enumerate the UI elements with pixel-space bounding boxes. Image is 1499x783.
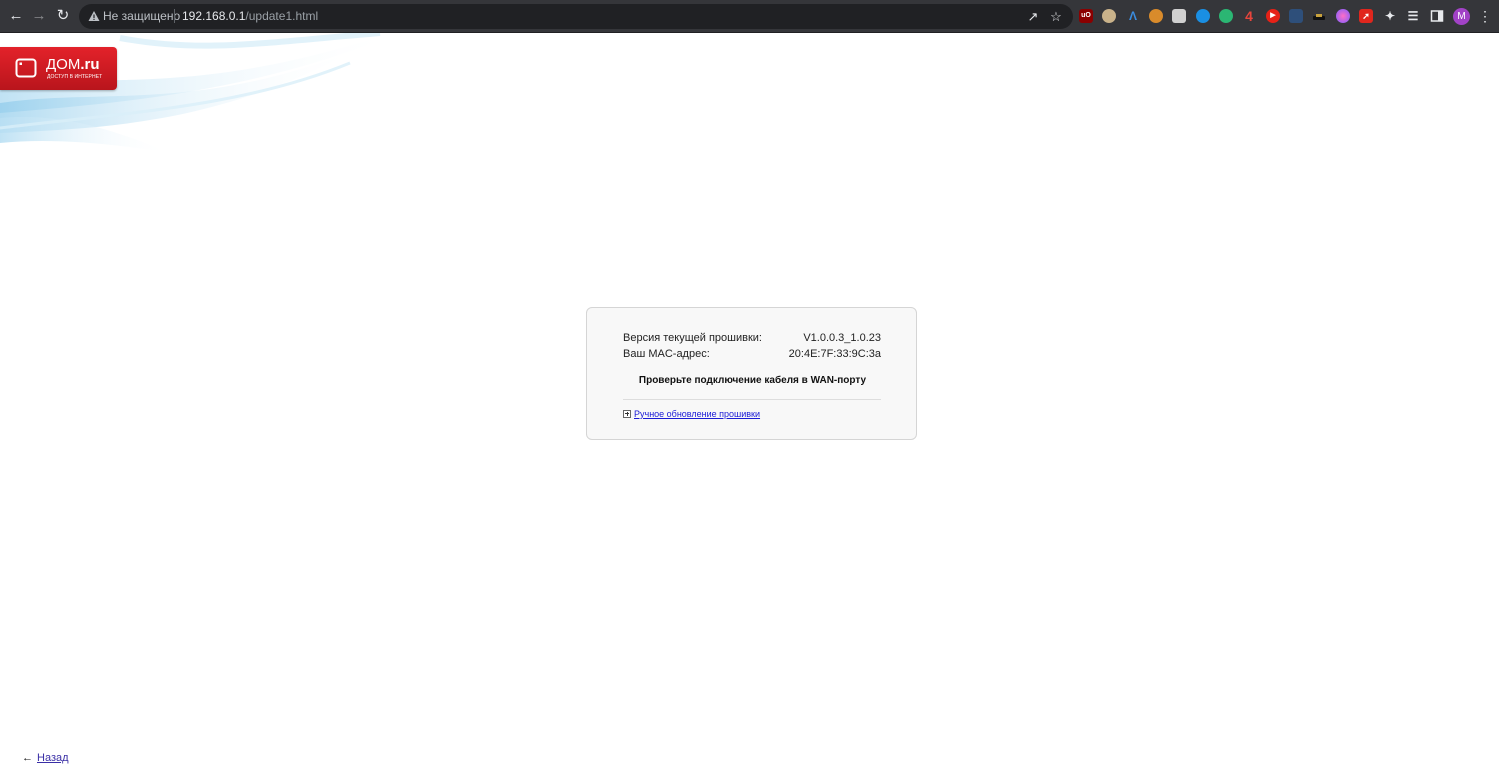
mask-icon[interactable] bbox=[1172, 9, 1186, 23]
ublock-icon[interactable]: uO bbox=[1079, 9, 1093, 23]
tv-logo-icon bbox=[15, 58, 37, 78]
browser-toolbar: ← → ↻ Не защищено 192.168.0.1/update1.ht… bbox=[0, 0, 1499, 33]
side-panel-icon[interactable] bbox=[1430, 9, 1444, 23]
back-link[interactable]: Назад bbox=[37, 752, 69, 764]
profile-avatar[interactable]: M bbox=[1453, 8, 1470, 25]
car-icon[interactable] bbox=[1312, 9, 1326, 23]
s-circle-icon[interactable] bbox=[1196, 9, 1210, 23]
panel-divider bbox=[623, 399, 881, 400]
mac-address-label: Ваш MAC-адрес: bbox=[623, 348, 710, 360]
manual-update-toggle[interactable]: Ручное обновление прошивки bbox=[623, 408, 760, 420]
number-four-icon[interactable]: 4 bbox=[1242, 9, 1256, 23]
left-arrow-icon: ← bbox=[22, 752, 33, 764]
forward-arrow-icon[interactable]: → bbox=[30, 7, 48, 25]
share-icon[interactable]: ↗ bbox=[1025, 9, 1041, 25]
address-separator bbox=[174, 9, 175, 23]
warning-icon[interactable] bbox=[88, 10, 100, 22]
logo-brand-name: ДОМ.ru bbox=[46, 56, 100, 73]
puzzle-icon[interactable]: ✦ bbox=[1383, 9, 1397, 23]
url-host: 192.168.0.1 bbox=[182, 9, 246, 23]
youtube-icon[interactable]: ▶ bbox=[1266, 9, 1280, 23]
face-icon[interactable] bbox=[1102, 9, 1116, 23]
mac-address-value: 20:4E:7F:33:9C:3a bbox=[788, 348, 881, 360]
firmware-version-label: Версия текущей прошивки: bbox=[623, 332, 762, 344]
back-arrow-icon[interactable]: ← bbox=[7, 7, 25, 25]
url-path: /update1.html bbox=[245, 9, 319, 23]
cookie-icon[interactable] bbox=[1149, 9, 1163, 23]
globe-icon[interactable] bbox=[1219, 9, 1233, 23]
color-circle-icon[interactable] bbox=[1336, 9, 1350, 23]
reading-list-icon[interactable]: ☰ bbox=[1406, 9, 1420, 23]
wan-cable-message: Проверьте подключение кабеля в WAN-порту bbox=[638, 375, 867, 386]
url-text[interactable]: 192.168.0.1/update1.html bbox=[182, 9, 318, 24]
address-bar[interactable]: Не защищено 192.168.0.1/update1.html ↗ ☆ bbox=[79, 4, 1073, 29]
reload-icon[interactable]: ↻ bbox=[54, 7, 72, 25]
firmware-info-panel: Версия текущей прошивки: V1.0.0.3_1.0.23… bbox=[586, 307, 917, 440]
screen-icon[interactable] bbox=[1289, 9, 1303, 23]
manual-update-link[interactable]: Ручное обновление прошивки bbox=[634, 409, 760, 419]
red-arrow-icon[interactable]: ➚ bbox=[1359, 9, 1373, 23]
dom-ru-logo: ДОМ.ru ДОСТУП В ИНТЕРНЕТ bbox=[0, 47, 117, 90]
firmware-version-value: V1.0.0.3_1.0.23 bbox=[803, 332, 881, 344]
expand-plus-icon[interactable] bbox=[623, 409, 631, 418]
triangle-icon[interactable]: Λ bbox=[1126, 9, 1140, 23]
bookmark-star-icon[interactable]: ☆ bbox=[1048, 9, 1064, 25]
back-navigation[interactable]: ← Назад bbox=[22, 751, 69, 765]
logo-tagline: ДОСТУП В ИНТЕРНЕТ bbox=[47, 74, 103, 80]
security-status[interactable]: Не защищено bbox=[103, 9, 180, 24]
kebab-menu-icon[interactable]: ⋮ bbox=[1478, 8, 1492, 25]
